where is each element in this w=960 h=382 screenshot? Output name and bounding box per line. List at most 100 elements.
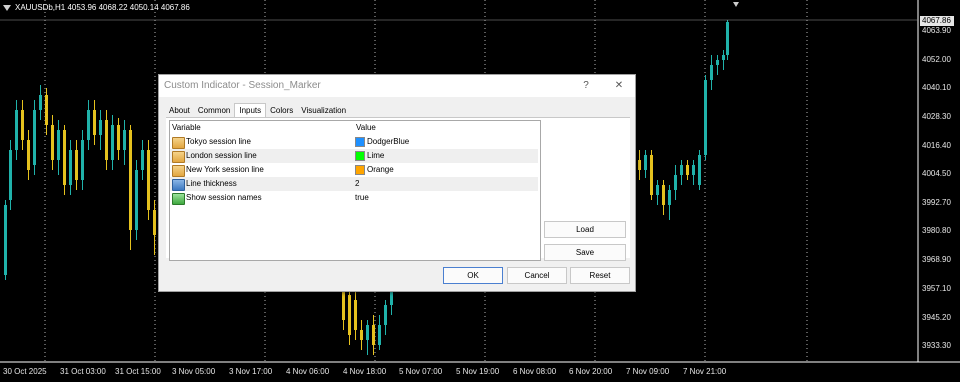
price-tick-label: 4016.40 [922,141,951,150]
load-button[interactable]: Load [544,221,626,238]
table-row[interactable]: Show session names true [170,191,538,205]
candle-body [111,125,114,160]
price-tick-label: 3957.10 [922,284,951,293]
candle-body [105,120,108,160]
candle-body [33,110,36,165]
inputs-table: Variable Value Tokyo session line Dodger… [169,120,541,261]
row-value: Orange [367,165,394,174]
candle-body [378,325,381,345]
candle-body [99,120,102,135]
candle-body [87,110,90,140]
row-value-cell[interactable]: Lime [355,149,384,163]
time-tick-label: 7 Nov 21:00 [683,367,727,376]
table-row[interactable]: Line thickness 2 [170,177,538,191]
color-swatch [355,165,365,175]
candle-body [644,155,647,170]
candle-body [63,130,66,185]
reset-button[interactable]: Reset [570,267,630,284]
row-variable: Show session names [186,193,262,202]
table-row[interactable]: New York session line Orange [170,163,538,177]
current-price-tag: 4067.86 [920,16,954,26]
candle-body [686,165,689,175]
candle-body [692,165,695,175]
dialog-title: Custom Indicator - Session_Marker [164,80,321,91]
price-tick-label: 3945.20 [922,313,951,322]
row-value-cell[interactable]: Orange [355,163,394,177]
candle-body [9,150,12,200]
candle-body [348,295,351,335]
price-tick-label: 4028.30 [922,112,951,121]
candle-body [93,110,96,135]
price-tick-label: 3968.90 [922,255,951,264]
row-value: true [355,193,369,202]
candle-body [342,290,345,320]
ok-button[interactable]: OK [443,267,503,284]
candle-body [45,95,48,125]
column-value[interactable]: Value [356,121,376,134]
row-variable: New York session line [186,165,264,174]
price-tick-label: 4052.00 [922,55,951,64]
row-variable: Tokyo session line [186,137,251,146]
time-tick-label: 30 Oct 2025 [3,367,47,376]
candle-body [650,155,653,195]
candle-body [372,325,375,345]
price-tick-label: 3980.80 [922,226,951,235]
row-variable: Line thickness [186,179,237,188]
candle-body [135,170,138,230]
candle-body [390,290,393,305]
table-row[interactable]: Tokyo session line DodgerBlue [170,135,538,149]
time-tick-label: 4 Nov 06:00 [286,367,330,376]
row-value: 2 [355,179,360,188]
time-tick-label: 3 Nov 17:00 [229,367,273,376]
table-header: Variable Value [170,121,538,134]
tab-about[interactable]: About [165,105,194,117]
candle-body [39,95,42,110]
tab-visualization[interactable]: Visualization [297,105,350,117]
time-tick-label: 31 Oct 03:00 [60,367,106,376]
time-tick-label: 5 Nov 19:00 [456,367,500,376]
candle-body [123,130,126,150]
candle-body [354,300,357,330]
candle-body [147,150,150,210]
symbol-info-text: XAUUSDb,H1 4053.96 4068.22 4050.14 4067.… [15,3,190,12]
collapse-triangle-icon[interactable] [3,4,11,11]
row-value: DodgerBlue [367,137,410,146]
tab-common[interactable]: Common [194,105,234,117]
column-variable[interactable]: Variable [172,121,201,134]
candle-body [51,125,54,160]
candle-body [716,60,719,65]
candle-body [662,185,665,205]
dialog-tabs: About Common Inputs Colors Visualization [165,103,350,119]
price-tick-label: 3933.30 [922,341,951,350]
candle-body [710,65,713,80]
time-tick-label: 3 Nov 05:00 [172,367,216,376]
row-value-cell[interactable]: true [355,191,369,205]
tab-colors[interactable]: Colors [266,105,297,117]
time-tick-label: 31 Oct 15:00 [115,367,161,376]
row-value-cell[interactable]: 2 [355,177,359,191]
cancel-button[interactable]: Cancel [507,267,567,284]
inputs-panel: Variable Value Tokyo session line Dodger… [166,117,630,261]
time-tick-label: 4 Nov 18:00 [343,367,387,376]
candle-body [153,210,156,235]
candle-body [680,165,683,175]
table-row[interactable]: London session line Lime [170,149,538,163]
save-button[interactable]: Save [544,244,626,261]
candle-body [668,190,671,205]
price-tick-label: 4040.10 [922,83,951,92]
dialog-titlebar: Custom Indicator - Session_Marker ? ✕ [159,75,635,97]
color-swatch [355,151,365,161]
candle-body [141,150,144,170]
candle-body [366,325,369,340]
candle-body [674,175,677,190]
candle-body [722,55,725,60]
price-tick-label: 4004.50 [922,169,951,178]
row-value-cell[interactable]: DodgerBlue [355,135,409,149]
color-icon [172,151,185,163]
candle-body [726,22,729,55]
chart-shift-marker-icon[interactable] [733,2,739,7]
candle-body [360,330,363,340]
help-button[interactable]: ? [577,78,595,94]
close-button[interactable]: ✕ [610,78,628,94]
price-tick-label: 4063.90 [922,26,951,35]
